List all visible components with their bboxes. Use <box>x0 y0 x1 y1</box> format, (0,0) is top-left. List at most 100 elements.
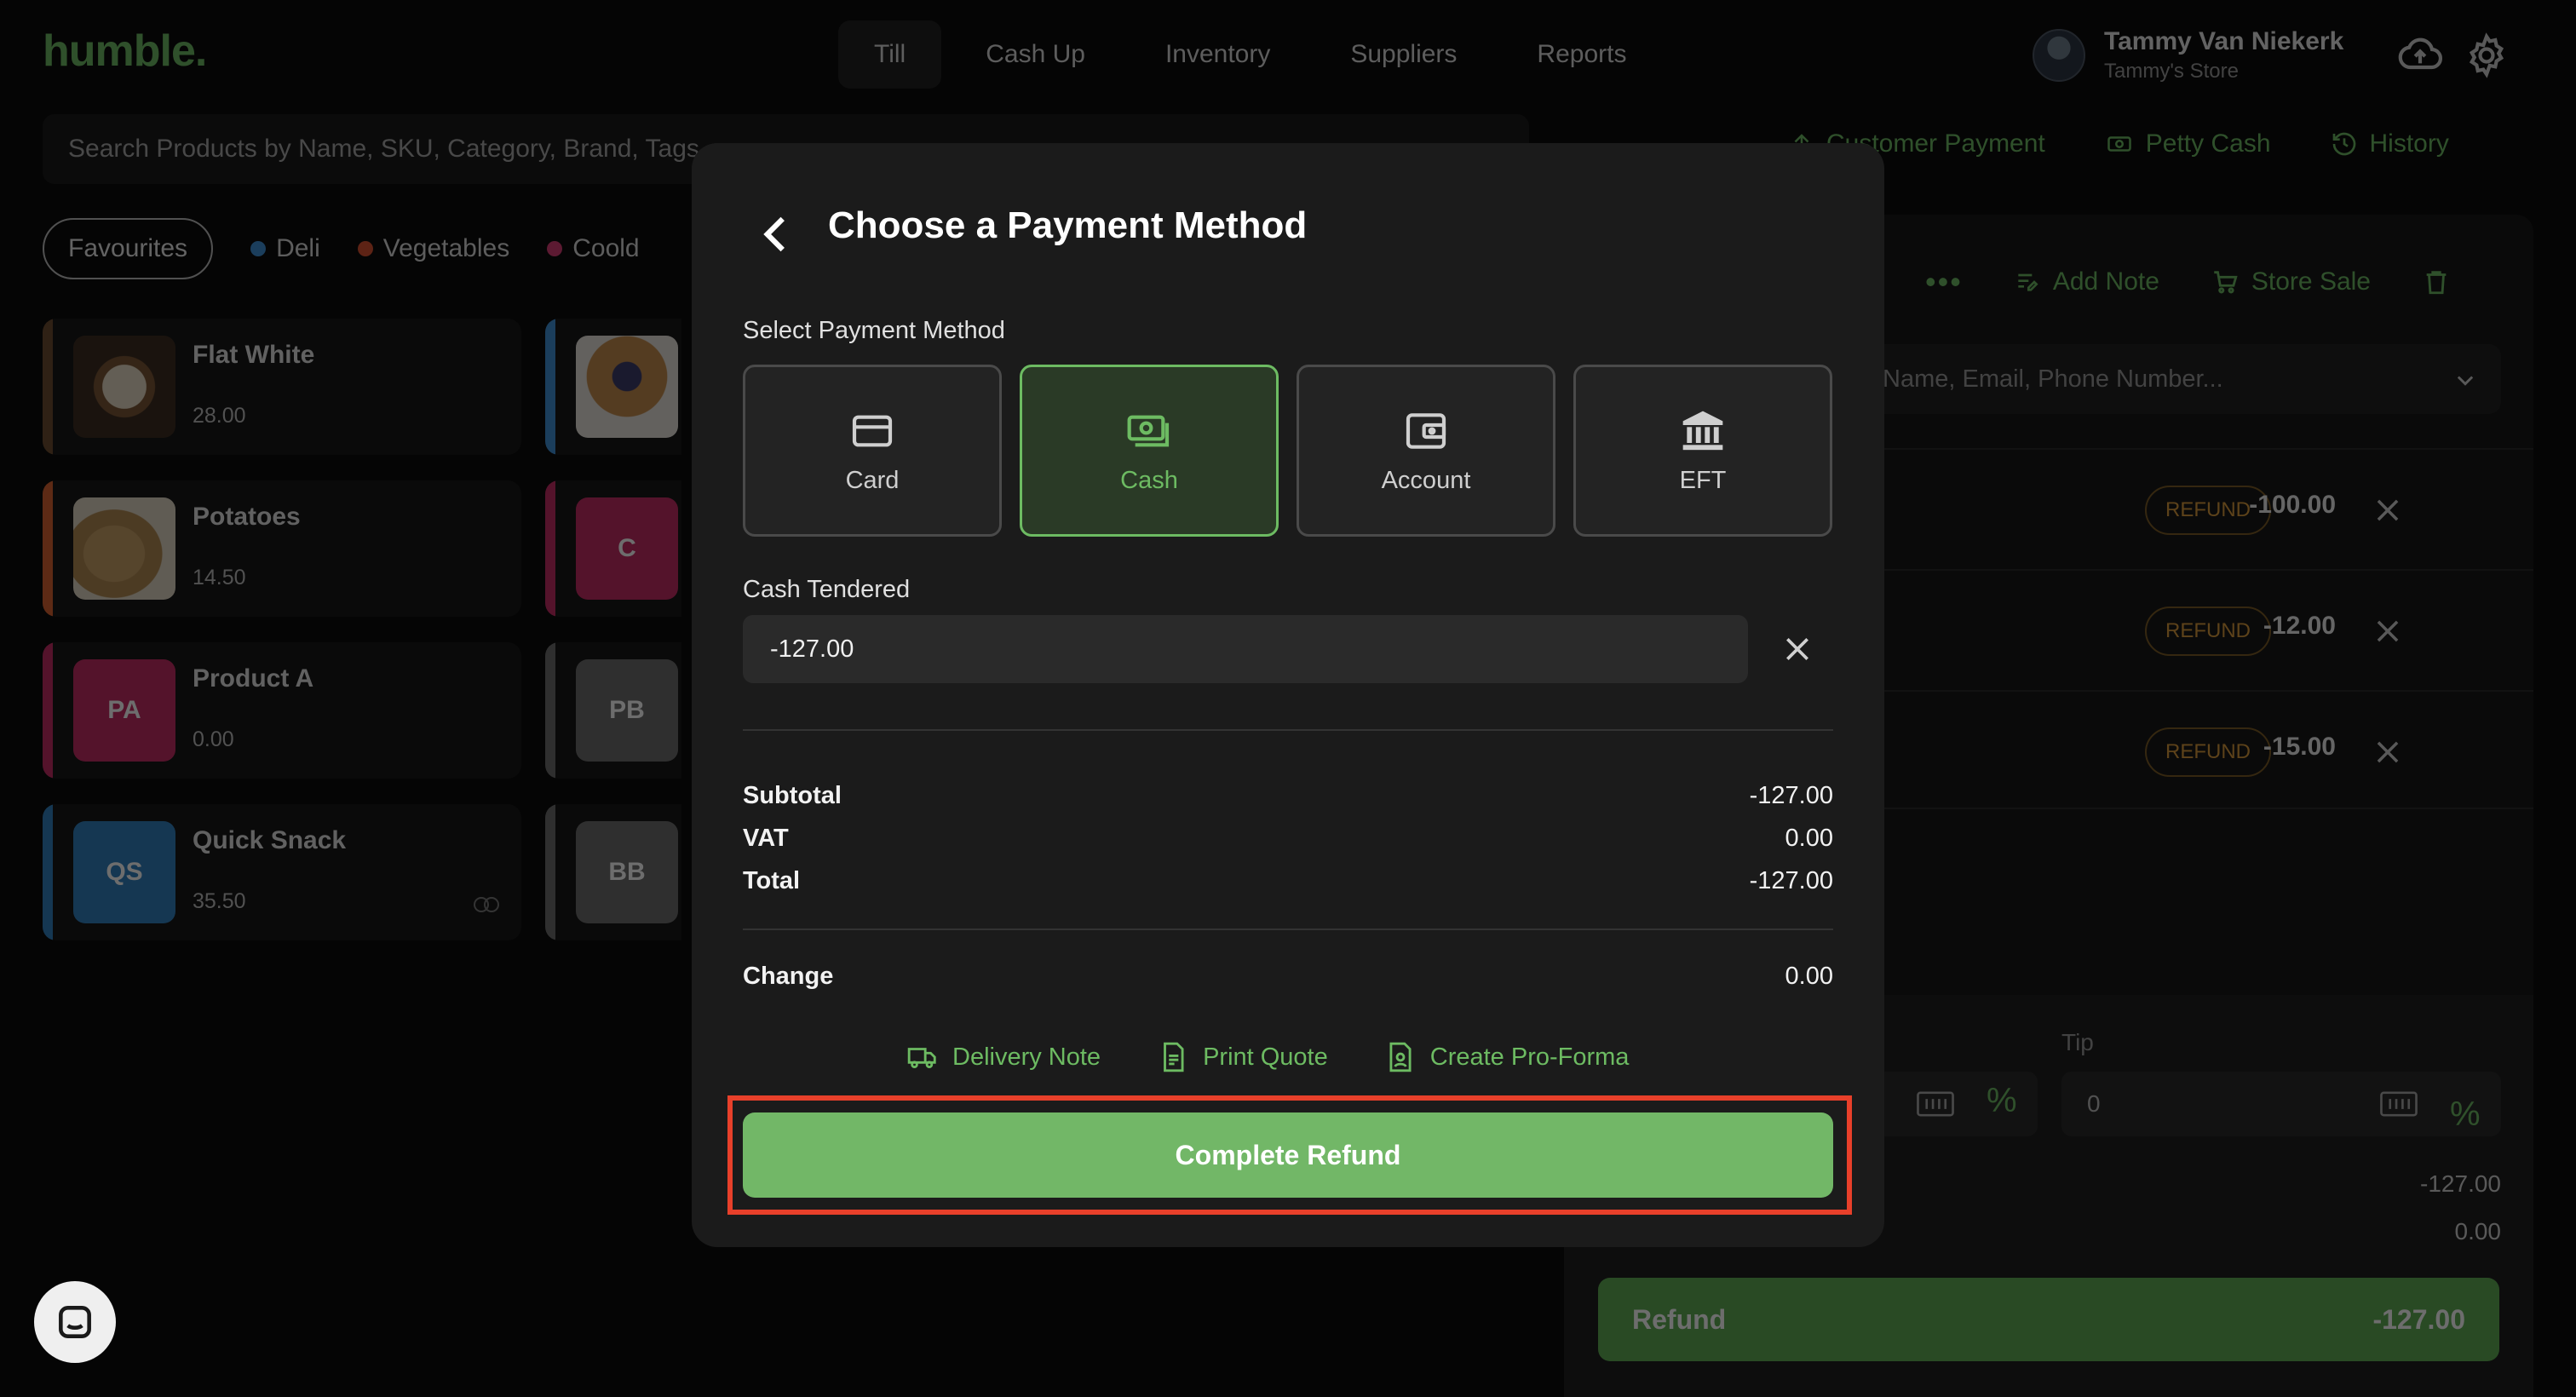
total-label: Total <box>743 867 801 894</box>
nav-tab-till[interactable]: Till <box>838 20 942 89</box>
payment-method-label: Account <box>1381 466 1471 494</box>
card-strip <box>43 642 53 779</box>
amount-toggle-icon[interactable] <box>2380 1090 2418 1118</box>
chip-label: Coold <box>572 234 640 262</box>
product-card[interactable]: PB <box>545 642 681 779</box>
category-dot <box>250 241 267 256</box>
delivery-note-button[interactable]: Delivery Note <box>906 1041 1101 1073</box>
chat-icon <box>59 1306 91 1338</box>
refund-label: Refund <box>1632 1303 1727 1335</box>
chip-label: Deli <box>276 234 320 262</box>
product-card[interactable]: BB <box>545 804 681 940</box>
pro-forma-doc-icon <box>1389 1042 1412 1072</box>
card-strip <box>545 804 555 940</box>
add-note-label: Add Note <box>2052 267 2159 296</box>
remove-line-icon[interactable] <box>2372 494 2404 526</box>
history-icon <box>2332 132 2355 156</box>
vat-value: 0.00 <box>1785 825 1833 852</box>
product-price: 35.50 <box>193 889 246 913</box>
summary-total-value: -127.00 <box>2420 1170 2501 1197</box>
variant-icon <box>474 897 499 912</box>
card-icon <box>852 415 893 446</box>
cloud-upload-icon[interactable] <box>2396 32 2444 79</box>
delivery-note-label: Delivery Note <box>952 1043 1101 1071</box>
cash-tendered-label: Cash Tendered <box>743 576 911 603</box>
cart-icon <box>2214 271 2238 294</box>
tip-value: 0 <box>2087 1090 2101 1117</box>
petty-cash-label: Petty Cash <box>2145 129 2271 158</box>
nav-tab-reports[interactable]: Reports <box>1501 20 1662 89</box>
product-card[interactable]: QS Quick Snack 35.50 <box>43 804 521 940</box>
payment-method-cash[interactable]: Cash <box>1020 365 1279 537</box>
clear-input-icon[interactable] <box>1780 632 1814 666</box>
chip-favourites[interactable]: Favourites <box>43 218 214 279</box>
more-icon[interactable]: ••• <box>1925 264 1963 300</box>
print-quote-label: Print Quote <box>1203 1043 1328 1071</box>
payment-method-card[interactable]: Card <box>743 365 1002 537</box>
petty-cash-link[interactable]: Petty Cash <box>2105 129 2271 158</box>
create-pro-forma-button[interactable]: Create Pro-Forma <box>1384 1041 1629 1073</box>
product-card[interactable]: Potatoes 14.50 <box>43 480 521 617</box>
tip-input[interactable]: 0 % <box>2061 1072 2501 1136</box>
petty-cash-icon <box>2107 136 2131 152</box>
product-card[interactable]: Flat White 28.00 <box>43 319 521 455</box>
truck-icon <box>907 1048 936 1068</box>
chip-vegetables[interactable]: Vegetables <box>357 234 510 263</box>
product-initials: QS <box>73 821 175 923</box>
history-link[interactable]: History <box>2331 129 2449 158</box>
product-price: 14.50 <box>193 566 246 589</box>
card-strip <box>545 319 555 455</box>
product-image <box>73 497 175 600</box>
customer-select[interactable]: Name, Email, Phone Number... <box>1857 344 2501 414</box>
user-store: Tammy's Store <box>2104 60 2239 83</box>
user-menu[interactable]: Tammy Van Niekerk Tammy's Store <box>2033 27 2510 83</box>
refund-button[interactable]: Refund -127.00 <box>1598 1278 2499 1361</box>
remove-line-icon[interactable] <box>2372 736 2404 768</box>
user-name: Tammy Van Niekerk <box>2104 27 2344 55</box>
payment-method-eft[interactable]: EFT <box>1573 365 1832 537</box>
product-initials: C <box>576 497 678 600</box>
chip-deli[interactable]: Deli <box>250 234 320 263</box>
complete-refund-button[interactable]: Complete Refund <box>743 1112 1833 1198</box>
product-price: 28.00 <box>193 404 246 428</box>
gear-icon[interactable] <box>2463 32 2510 79</box>
select-method-label: Select Payment Method <box>743 317 1005 344</box>
vat-row: VAT 0.00 <box>743 825 1833 853</box>
nav-tab-cash-up[interactable]: Cash Up <box>950 20 1121 89</box>
product-card[interactable]: C <box>545 480 681 617</box>
chip-coold[interactable]: Coold <box>547 234 640 263</box>
note-icon <box>2018 273 2038 291</box>
add-note-button[interactable]: Add Note <box>2014 267 2159 296</box>
modal-title: Choose a Payment Method <box>828 204 1308 246</box>
store-sale-label: Store Sale <box>2251 267 2371 296</box>
payment-method-label: Card <box>845 466 900 494</box>
subtotal-value: -127.00 <box>1749 782 1833 809</box>
divider <box>743 729 1833 731</box>
subtotal-row: Subtotal -127.00 <box>743 782 1833 810</box>
product-card[interactable]: PA Product A 0.00 <box>43 642 521 779</box>
trash-icon[interactable] <box>2422 265 2451 299</box>
app-logo: humble. <box>43 26 207 76</box>
amount-toggle-icon[interactable] <box>1917 1090 1954 1118</box>
cash-tendered-input[interactable]: -127.00 <box>743 615 1748 683</box>
payment-method-account[interactable]: Account <box>1297 365 1555 537</box>
document-links: Delivery Note Print Quote Create Pro-For… <box>906 1041 1629 1073</box>
divider <box>743 928 1833 930</box>
card-strip <box>43 804 53 940</box>
help-chat-button[interactable] <box>34 1281 116 1363</box>
remove-line-icon[interactable] <box>2372 615 2404 647</box>
bank-icon <box>1682 411 1723 450</box>
store-sale-button[interactable]: Store Sale <box>2211 267 2371 296</box>
percent-icon[interactable]: % <box>2450 1082 2481 1147</box>
print-quote-button[interactable]: Print Quote <box>1157 1041 1328 1073</box>
product-initials: BB <box>576 821 678 923</box>
percent-icon[interactable]: % <box>1987 1082 2017 1120</box>
nav-tab-suppliers[interactable]: Suppliers <box>1314 20 1492 89</box>
back-arrow-icon[interactable] <box>750 208 802 261</box>
product-card[interactable] <box>545 319 681 455</box>
chip-label: Vegetables <box>382 234 510 262</box>
user-info: Tammy Van Niekerk Tammy's Store <box>2104 27 2343 83</box>
product-initials: PA <box>73 659 175 762</box>
nav-tab-inventory[interactable]: Inventory <box>1130 20 1306 89</box>
category-chips: Favourites Deli Vegetables Coold <box>43 218 640 279</box>
